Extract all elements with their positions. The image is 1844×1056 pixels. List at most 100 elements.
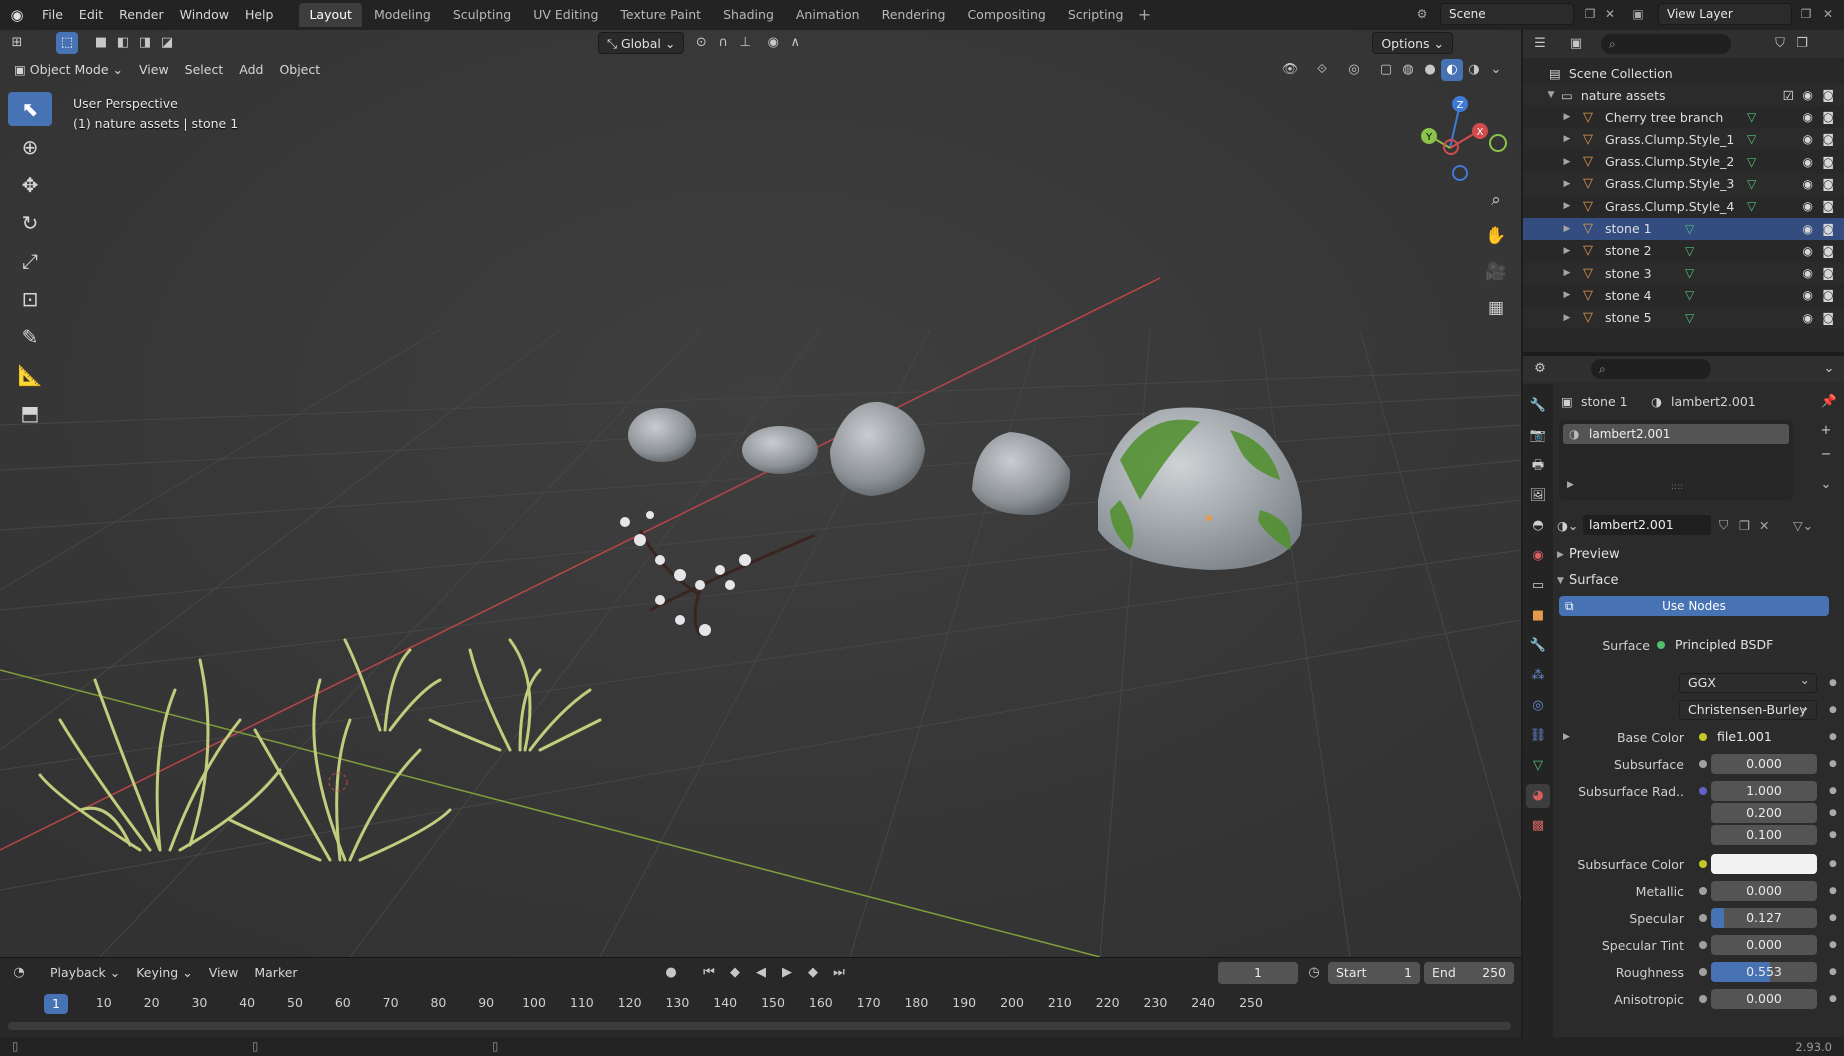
rotate-tool-icon[interactable]: ↻ (8, 206, 52, 240)
expand-arrow-icon[interactable]: ▶ (1561, 157, 1573, 167)
animate-dot-icon[interactable]: ● (1829, 913, 1837, 923)
menu-file[interactable]: File (34, 4, 71, 26)
view-layer-tab-icon[interactable]: 🖼 (1526, 484, 1550, 508)
render-tab-icon[interactable]: 📷 (1526, 424, 1550, 448)
eye-icon[interactable]: ◉ (1803, 199, 1813, 213)
slot-specials-icon[interactable]: ⌄ (1815, 474, 1837, 496)
overlay-toggle-icon[interactable]: ◎ (1343, 59, 1365, 81)
prev-keyframe-icon[interactable]: ◆ (724, 962, 746, 984)
eye-icon[interactable]: ◉ (1803, 110, 1813, 124)
add-slot-icon[interactable]: + (1815, 420, 1837, 442)
fake-user-icon[interactable]: ⛉ (1719, 517, 1728, 533)
tab-modeling[interactable]: Modeling (364, 3, 441, 27)
mode-new-icon[interactable]: ■ (90, 32, 112, 54)
outliner-object-row[interactable]: ▶ ▽ stone 2 ▽ ◉ ◙ (1523, 240, 1844, 262)
animate-dot-icon[interactable]: ● (1829, 859, 1837, 869)
tool-tab-icon[interactable]: 🔧 (1526, 394, 1550, 418)
mesh-data-icon[interactable]: ▽ (1685, 288, 1694, 302)
timeline-menu-playback[interactable]: Playback ⌄ (42, 962, 128, 984)
current-frame-marker[interactable]: 1 (44, 994, 68, 1014)
properties-options-icon[interactable]: ⌄ (1818, 358, 1840, 380)
camera-icon[interactable]: ◙ (1822, 155, 1834, 169)
eye-icon[interactable]: ◉ (1803, 155, 1813, 169)
falloff-icon[interactable]: ∧ (784, 32, 806, 54)
scene-browse-icon[interactable]: ⚙ (1412, 4, 1432, 24)
outliner-search-input[interactable]: ⌕ (1601, 34, 1731, 54)
animate-dot-icon[interactable]: ● (1829, 759, 1837, 769)
eye-icon[interactable]: ◉ (1803, 288, 1813, 302)
color-swatch[interactable] (1711, 854, 1817, 874)
jump-start-icon[interactable]: ⏮ (698, 962, 720, 984)
value-slider[interactable]: 0.000 (1711, 935, 1817, 955)
editor-type-icon[interactable]: ⊞ (6, 32, 28, 54)
eye-icon[interactable]: ◉ (1803, 311, 1813, 325)
expand-arrow-icon[interactable]: ▼ (1545, 90, 1557, 100)
scene-name-field[interactable]: Scene (1440, 3, 1574, 25)
tab-texture-paint[interactable]: Texture Paint (610, 3, 711, 27)
menu-edit[interactable]: Edit (71, 4, 111, 26)
display-mode-icon[interactable]: ▣ (1565, 33, 1587, 55)
viewport-menu-view[interactable]: View (131, 59, 177, 81)
outliner-editor-type-icon[interactable]: ☰ (1529, 33, 1551, 55)
mesh-data-icon[interactable]: ▽ (1685, 244, 1694, 258)
properties-search-input[interactable]: ⌕ (1591, 359, 1711, 379)
record-icon[interactable]: ● (660, 962, 682, 984)
physics-tab-icon[interactable]: ◎ (1526, 694, 1550, 718)
stone-3[interactable] (742, 426, 818, 474)
visibility-icon[interactable]: 👁 (1279, 59, 1301, 81)
use-nodes-button[interactable]: ⧉ Use Nodes (1559, 596, 1829, 616)
measure-tool-icon[interactable]: 📐 (8, 358, 52, 392)
delete-view-layer-icon[interactable]: ✕ (1818, 4, 1838, 24)
world-tab-icon[interactable]: ◉ (1526, 544, 1550, 568)
camera-icon[interactable]: ◙ (1822, 288, 1834, 302)
particles-tab-icon[interactable]: ⁂ (1526, 664, 1550, 688)
timeline-editor-type-icon[interactable]: ◔ (8, 962, 30, 984)
camera-icon[interactable]: ◙ (1822, 199, 1834, 213)
output-tab-icon[interactable]: 🖶 (1526, 454, 1550, 478)
camera-icon[interactable]: ◙ (1822, 110, 1834, 124)
expand-arrow-icon[interactable]: ▶ (1561, 246, 1573, 256)
new-scene-icon[interactable]: ❐ (1580, 4, 1600, 24)
outliner-object-row[interactable]: ▶ ▽ Cherry tree branch ▽ ◉ ◙ (1523, 106, 1844, 128)
timeline-menu-view[interactable]: View (201, 962, 247, 984)
timeline-menu-marker[interactable]: Marker (246, 962, 305, 984)
camera-icon[interactable]: ◙ (1822, 266, 1834, 280)
texture-tab-icon[interactable]: ▩ (1526, 814, 1550, 838)
material-tab-icon[interactable]: ◕ (1526, 784, 1550, 808)
data-tab-icon[interactable]: ▽ (1526, 754, 1550, 778)
mesh-data-icon[interactable]: ▽ (1685, 222, 1694, 236)
exclude-checkbox-icon[interactable]: ☑ (1783, 88, 1794, 103)
viewport-menu-select[interactable]: Select (177, 59, 232, 81)
mode-subtract-icon[interactable]: ◨ (134, 32, 156, 54)
end-frame-field[interactable]: End 250 (1424, 962, 1514, 984)
outliner-object-row[interactable]: ▶ ▽ stone 4 ▽ ◉ ◙ (1523, 284, 1844, 306)
tab-rendering[interactable]: Rendering (872, 3, 956, 27)
list-resize-handle[interactable]: :::: (1671, 482, 1683, 492)
camera-icon[interactable]: ◙ (1822, 132, 1834, 146)
3d-viewport[interactable]: Z X Y ⊞ ⬚ ■ ◧ ◨ ◪ ⤡ Global ⌄ ⊙ ∩ ⊥ ◉ ∧ O… (0, 30, 1521, 957)
cursor-tool-icon[interactable]: ⊕ (8, 130, 52, 164)
expand-arrow-icon[interactable]: ▶ (1561, 313, 1573, 323)
preview-range-icon[interactable]: ◷ (1303, 962, 1325, 984)
wireframe-shading-icon[interactable]: ◍ (1397, 59, 1419, 81)
animate-dot-icon[interactable]: ● (1829, 940, 1837, 950)
animate-dot-icon[interactable]: ● (1829, 994, 1837, 1004)
expand-arrow-icon[interactable]: ▶ (1563, 732, 1570, 742)
timeline-scrollbar[interactable] (8, 1022, 1511, 1030)
outliner-object-row[interactable]: ▶ ▽ stone 1 ▽ ◉ ◙ (1523, 217, 1844, 240)
current-frame-field[interactable]: 1 (1218, 962, 1298, 984)
timeline-ruler[interactable]: 1 10 20 30 40 50 60 70 80 90 100 110 120 130 140 150 16… (0, 992, 1521, 1014)
add-workspace-icon[interactable]: + (1133, 4, 1155, 26)
proportional-edit-icon[interactable]: ◉ (762, 32, 784, 54)
value-slider[interactable]: 1.000 (1711, 781, 1817, 801)
view-layer-browse-icon[interactable]: ▣ (1628, 4, 1648, 24)
animate-dot-icon[interactable]: ● (1829, 678, 1837, 688)
animate-dot-icon[interactable]: ● (1829, 786, 1837, 796)
duplicate-material-icon[interactable]: ❐ (1739, 518, 1750, 533)
new-view-layer-icon[interactable]: ❐ (1796, 4, 1816, 24)
slot-expand-icon[interactable]: ▶ (1567, 480, 1574, 490)
pin-icon[interactable]: 📌 (1821, 393, 1837, 409)
jump-end-icon[interactable]: ⏭ (828, 962, 850, 984)
view-layer-field[interactable]: View Layer (1658, 3, 1792, 25)
preview-panel[interactable]: ▶ Preview (1553, 544, 1844, 566)
